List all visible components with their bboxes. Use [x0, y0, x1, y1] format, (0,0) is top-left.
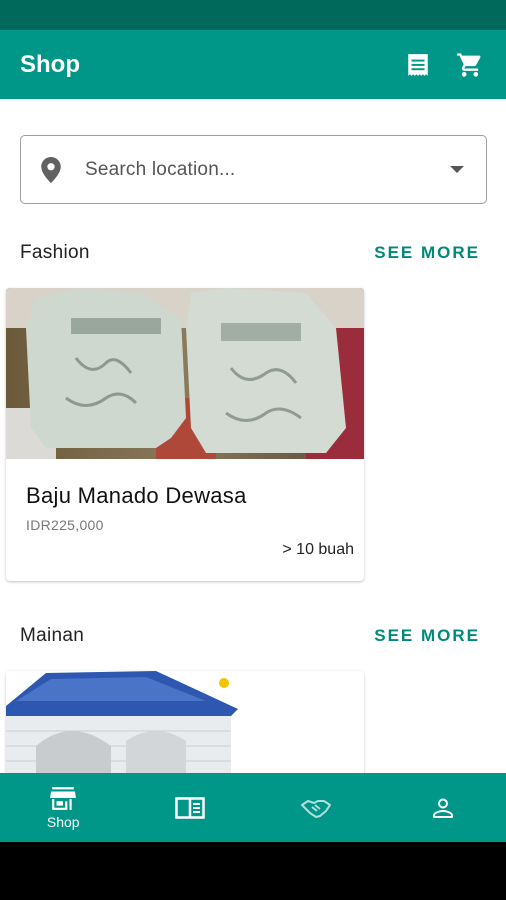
nav-item-catalog[interactable]: [127, 773, 254, 842]
bottom-navigation: Shop: [0, 773, 506, 842]
product-stock: > 10 buah: [282, 541, 354, 558]
location-search-dropdown[interactable]: Search location...: [20, 135, 487, 204]
section-header-mainan: Mainan SEE MORE: [20, 625, 480, 647]
product-name: Baju Manado Dewasa: [26, 483, 247, 508]
product-info: Baju Manado Dewasa IDR225,000 > 10 buah: [6, 459, 364, 581]
product-card[interactable]: [6, 671, 364, 773]
nav-item-account[interactable]: [380, 773, 506, 842]
shop-content[interactable]: Search location... Fashion SEE MORE Baju…: [0, 99, 506, 773]
cart-button[interactable]: [450, 45, 490, 85]
receipt-icon: [408, 53, 428, 76]
app-bar: Shop: [0, 30, 506, 99]
nav-item-shop[interactable]: Shop: [0, 773, 127, 842]
product-price: IDR225,000: [26, 517, 104, 533]
store-icon: [50, 786, 77, 810]
see-more-button[interactable]: SEE MORE: [374, 243, 480, 263]
page-title: Shop: [20, 50, 80, 78]
system-navigation-bar: [0, 842, 506, 900]
location-pin-icon: [41, 156, 61, 183]
receipt-button[interactable]: [398, 45, 438, 85]
product-image: [6, 288, 364, 459]
search-placeholder: Search location...: [85, 158, 236, 180]
section-title: Fashion: [20, 242, 90, 263]
section-title: Mainan: [20, 625, 85, 646]
nav-label-shop: Shop: [46, 813, 80, 830]
account-icon: [432, 798, 453, 818]
section-header-fashion: Fashion SEE MORE: [20, 242, 480, 264]
dropdown-arrow-icon: [450, 166, 464, 173]
status-bar: [0, 0, 506, 30]
nav-item-deals[interactable]: [253, 773, 380, 842]
cart-icon: [457, 52, 481, 77]
handshake-icon: [301, 799, 332, 818]
catalog-icon: [175, 796, 205, 819]
product-card[interactable]: Baju Manado Dewasa IDR225,000 > 10 buah: [6, 288, 364, 581]
product-image: [6, 671, 364, 773]
see-more-button[interactable]: SEE MORE: [374, 626, 480, 646]
